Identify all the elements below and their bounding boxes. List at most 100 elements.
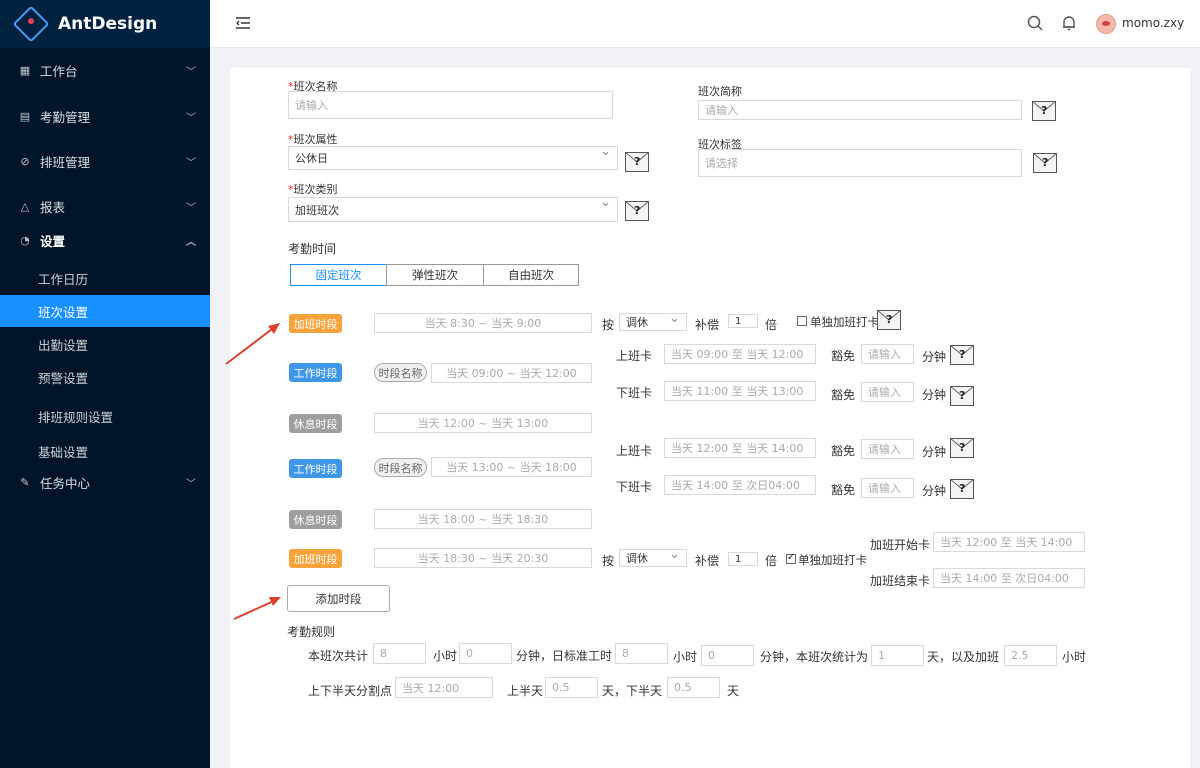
username[interactable]: momo.zxy [1122, 16, 1184, 30]
sidebar-item-label: 工作台 [40, 63, 78, 79]
image-placeholder-icon: ? [877, 310, 901, 330]
chevron-down-icon: ﹀ [186, 157, 196, 169]
exempt-label: 豁免 [831, 388, 856, 402]
exempt-label: 豁免 [831, 444, 856, 458]
exempt-minutes-input[interactable]: 请输入 [861, 344, 914, 364]
sidebar-item-label: 考勤管理 [40, 109, 91, 125]
shift-type-select[interactable]: 加班班次 [288, 197, 618, 222]
segment-time-input[interactable]: 当天 18:30 ~ 当天 20:30 [374, 548, 592, 568]
segment-time-input[interactable]: 当天 12:00 ~ 当天 13:00 [374, 413, 592, 433]
sidebar-item-workbench[interactable]: ▦ 工作台 ﹀ [0, 48, 210, 92]
shift-type-label: *班次类别 [288, 183, 338, 196]
image-placeholder-icon: ? [625, 152, 649, 172]
punch-range-input[interactable]: 当天 14:00 至 次日04:00 [664, 475, 816, 495]
overtime-start-card-input[interactable]: 当天 12:00 至 当天 14:00 [933, 532, 1085, 552]
logo[interactable]: AntDesign [0, 0, 210, 48]
shift-name-input[interactable]: 请输入 [288, 91, 613, 119]
shift-abbr-input[interactable]: 请输入 [698, 100, 1022, 120]
menu-fold-icon[interactable] [234, 14, 252, 32]
shift-attr-label: *班次属性 [288, 133, 338, 146]
separate-overtime-checkbox[interactable] [786, 552, 796, 564]
sidebar-sub-schedule-rules[interactable]: 排班规则设置 [0, 400, 210, 432]
second-half-input[interactable]: 0.5 [667, 677, 720, 698]
sidebar-sub-shift-settings[interactable]: 班次设置 [0, 295, 210, 327]
sidebar-sub-work-calendar[interactable]: 工作日历 [0, 262, 210, 294]
tab-free-shift[interactable]: 自由班次 [483, 264, 579, 286]
total-hours-input[interactable]: 8 [373, 643, 426, 664]
segment-name-pill[interactable]: 时段名称 [374, 363, 427, 382]
overtime-mode-select[interactable]: 调休 [619, 313, 687, 331]
bell-icon[interactable] [1060, 14, 1078, 32]
hour-unit-label: 小时 [1062, 650, 1087, 664]
overtime-hours-input[interactable]: 2.5 [1004, 645, 1057, 666]
overtime-mode-select[interactable]: 调休 [619, 549, 687, 567]
top-header: momo.zxy [210, 0, 1200, 48]
sidebar-item-settings[interactable]: ◔ 设置 ︿ [0, 218, 210, 262]
exempt-minutes-input[interactable]: 请输入 [861, 439, 914, 459]
segment-tag-work[interactable]: 工作时段 [289, 363, 342, 382]
hour-unit-label: 小时 [673, 650, 698, 664]
segment-time-input[interactable]: 当天 8:30 ~ 当天 9:00 [374, 313, 592, 333]
segment-time-input[interactable]: 当天 18:00 ~ 当天 18:30 [374, 509, 592, 529]
search-icon[interactable] [1026, 14, 1044, 32]
and-overtime-label: 天，以及加班 [927, 650, 1000, 664]
segment-time-input[interactable]: 当天 13:00 ~ 当天 18:00 [431, 457, 592, 477]
segment-tag-work[interactable]: 工作时段 [289, 459, 342, 478]
overtime-start-card-label: 加班开始卡 [870, 538, 931, 552]
count-days-input[interactable]: 1 [871, 645, 924, 666]
first-half-label: 上半天 [507, 684, 544, 698]
overtime-end-card-label: 加班结束卡 [870, 574, 931, 588]
segment-tag-rest[interactable]: 休息时段 [289, 414, 342, 433]
sidebar-item-attendance[interactable]: ▤ 考勤管理 ﹀ [0, 94, 210, 138]
add-segment-button[interactable]: 添加时段 [287, 585, 390, 612]
times-unit-label: 倍 [765, 554, 778, 568]
punch-range-input[interactable]: 当天 11:00 至 当天 13:00 [664, 381, 816, 401]
sidebar: AntDesign ▦ 工作台 ﹀ ▤ 考勤管理 ﹀ ⊘ 排班管理 ﹀ △ 报表… [0, 0, 210, 768]
separate-overtime-label: 单独加班打卡 [810, 315, 879, 329]
sidebar-item-task-center[interactable]: ✎ 任务中心 ﹀ [0, 460, 210, 504]
std-minutes-input[interactable]: 0 [701, 645, 754, 666]
segment-tag-overtime[interactable]: 加班时段 [289, 549, 342, 568]
count-label: 分钟，本班次统计为 [760, 650, 869, 664]
punch-range-input[interactable]: 当天 12:00 至 当天 14:00 [664, 438, 816, 458]
punch-range-input[interactable]: 当天 09:00 至 当天 12:00 [664, 344, 816, 364]
total-minutes-input[interactable]: 0 [459, 643, 512, 664]
sidebar-item-label: 报表 [40, 199, 66, 215]
chevron-down-icon: ﹀ [186, 478, 196, 490]
shift-attr-select[interactable]: 公休日 [288, 146, 618, 170]
table-icon: ▦ [19, 63, 31, 77]
exempt-minutes-input[interactable]: 请输入 [861, 382, 914, 402]
separate-overtime-checkbox[interactable] [797, 316, 807, 326]
compensation-times-input[interactable]: 1 [728, 314, 758, 328]
tab-flexible-shift[interactable]: 弹性班次 [386, 264, 484, 286]
sidebar-sub-label: 工作日历 [38, 271, 89, 287]
chevron-down-icon: ﹀ [186, 66, 196, 78]
avatar[interactable] [1096, 14, 1116, 34]
min-std-label: 分钟，日标准工时 [516, 649, 613, 663]
sidebar-sub-label: 排班规则设置 [38, 409, 114, 425]
image-placeholder-icon: ? [950, 479, 974, 499]
first-half-input[interactable]: 0.5 [545, 677, 598, 698]
tab-fixed-shift[interactable]: 固定班次 [290, 264, 387, 286]
segment-tag-overtime[interactable]: 加班时段 [289, 314, 342, 333]
sidebar-sub-alert-settings[interactable]: 预警设置 [0, 361, 210, 393]
image-placeholder-icon: ? [625, 201, 649, 221]
overtime-end-card-input[interactable]: 当天 14:00 至 次日04:00 [933, 568, 1085, 588]
segment-tag-rest[interactable]: 休息时段 [289, 510, 342, 529]
sidebar-sub-attendance-settings[interactable]: 出勤设置 [0, 328, 210, 360]
day-unit-label: 天 [727, 684, 740, 698]
chevron-down-icon: ﹀ [186, 112, 196, 124]
segment-time-input[interactable]: 当天 09:00 ~ 当天 12:00 [431, 363, 592, 383]
std-hours-input[interactable]: 8 [615, 643, 668, 664]
sidebar-sub-label: 预警设置 [38, 370, 89, 386]
sidebar-sub-label: 出勤设置 [38, 337, 89, 353]
sidebar-item-scheduling[interactable]: ⊘ 排班管理 ﹀ [0, 139, 210, 183]
split-point-input[interactable]: 当天 12:00 [395, 677, 493, 698]
compensation-times-input[interactable]: 1 [728, 552, 758, 566]
segment-name-pill[interactable]: 时段名称 [374, 458, 427, 477]
punch-label: 下班卡 [616, 480, 653, 494]
minutes-unit-label: 分钟 [922, 388, 947, 402]
total-label: 本班次共计 [308, 649, 369, 663]
exempt-minutes-input[interactable]: 请输入 [861, 478, 914, 498]
shift-tag-select[interactable]: 请选择 [698, 149, 1022, 177]
